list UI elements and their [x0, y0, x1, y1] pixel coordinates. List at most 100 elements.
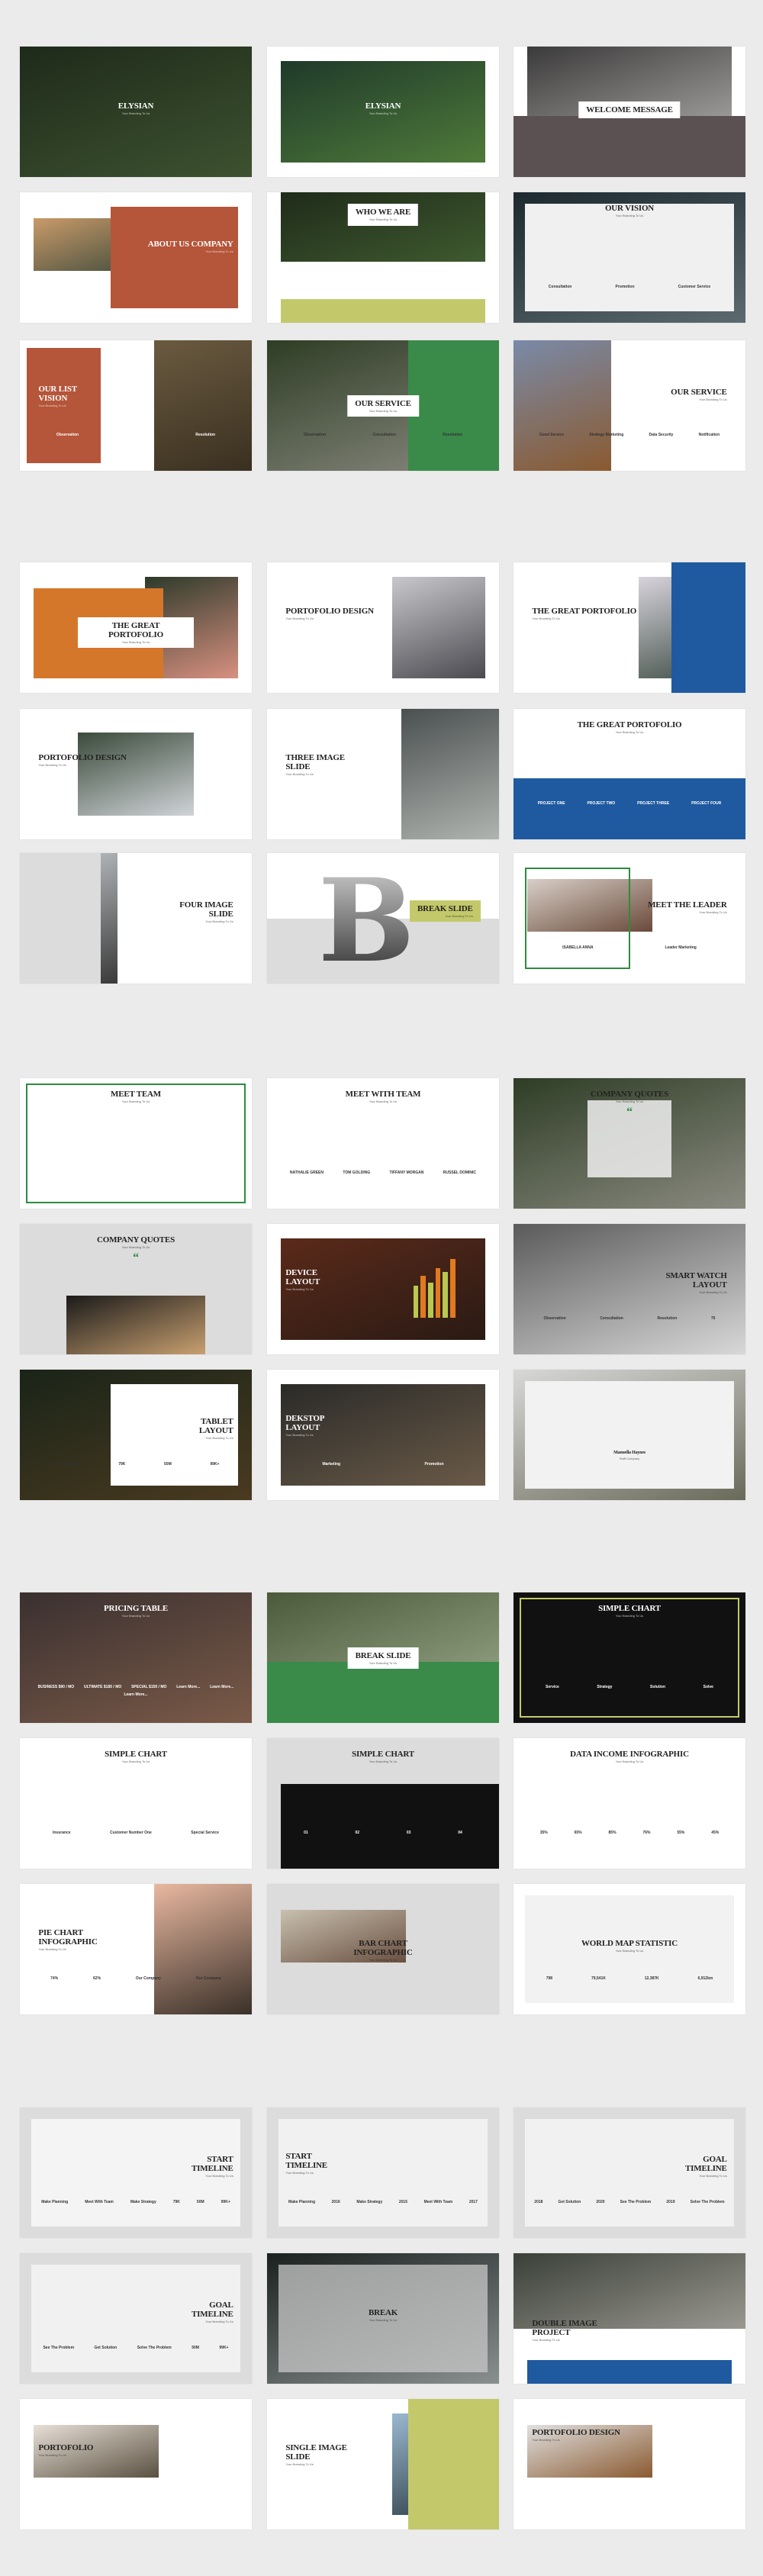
slide-subtitle: Your Branding To Us — [121, 640, 150, 644]
slide-thumbnail[interactable]: SMART WATCH LAYOUT Your Branding To Us Obs… — [513, 1224, 745, 1354]
slide-thumbnail[interactable]: ELYSIAN Your Branding To Us — [20, 47, 252, 177]
slide-title-text: BREAK SLIDE — [355, 1650, 411, 1660]
slide-thumbnail[interactable]: TABLET LAYOUT Your Branding To Us 23 COMME… — [20, 1370, 252, 1500]
slide-subtitle: Your Branding To Us — [615, 1614, 644, 1618]
slide-labels: Insurance Customer Number One Special Serv… — [34, 1830, 238, 1836]
slide-label: Learn More... — [124, 1692, 148, 1697]
slide-title: TABLET LAYOUT Your Branding To Us — [199, 1417, 233, 1441]
slide-color-panel — [281, 1783, 499, 1869]
slide-thumbnail[interactable]: B BREAK SLIDE Your Branding To Us — [267, 853, 499, 984]
slide-thumbnail[interactable]: GOAL TIMELINE Your Branding To Us 2018 Get … — [513, 2107, 745, 2238]
slide-title: START TIMELINE Your Branding To Us — [285, 2152, 327, 2175]
slide-thumbnail[interactable]: PRICING TABLE Your Branding To Us BUSINESS… — [20, 1592, 252, 1723]
slide-title: COMPANY QUOTES Your Branding To Us “ — [20, 1235, 252, 1264]
slide-title: THE GREAT PORTOFOLIO Your Branding To Us — [513, 720, 745, 734]
slide-thumbnail[interactable]: SIMPLE CHART Your Branding To Us 01 02 03 04 — [267, 1738, 499, 1869]
slide-subtitle: Your Branding To Us — [285, 1433, 314, 1438]
slide-label: PROJECT THREE — [637, 800, 670, 806]
slide-title-text: SIMPLE CHART — [352, 1750, 414, 1760]
slide-title-text: THE GREAT PORTOFOLIO — [577, 720, 682, 730]
slide-thumbnail[interactable]: PORTOFOLIO DESIGN Your Branding To Us — [267, 562, 499, 693]
slide-labels: 01 02 03 04 — [281, 1830, 485, 1836]
slide-thumbnail[interactable]: MEET THE LEADER Your Branding To Us ISABEL… — [513, 853, 745, 984]
slide-title: DEVICE LAYOUT Your Branding To Us — [285, 1268, 320, 1292]
slide-thumbnail[interactable]: DEVICE LAYOUT Your Branding To Us — [267, 1224, 499, 1354]
slide-label: Observation — [56, 432, 79, 437]
slide-thumbnail[interactable]: WORLD MAP STATISTIC Your Branding To Us 79… — [513, 1884, 745, 2014]
slide-thumbnail[interactable]: GOAL TIMELINE Your Branding To Us See The … — [20, 2253, 252, 2384]
slide-title-text: PIE CHART INFOGRAPHIC — [38, 1928, 98, 1947]
slide-subtitle: Your Branding To Us — [205, 919, 233, 923]
slide-thumbnail[interactable]: COMPANY QUOTES Your Branding To Us “ — [20, 1224, 252, 1354]
slide-label: Solve The Problem — [137, 2345, 172, 2350]
slide-label: 04 — [458, 1830, 462, 1835]
slide-label: 23 COMMENTS — [52, 1461, 80, 1467]
slide-thumbnail[interactable]: PIE CHART INFOGRAPHIC Your Branding To Us… — [20, 1884, 252, 2014]
slide-thumbnail[interactable]: BREAK SLIDE Your Branding To Us — [267, 1592, 499, 1723]
slide-title: PORTOFOLIO DESIGN Your Branding To Us — [285, 607, 374, 620]
slide-subtitle: Your Branding To Us — [699, 2173, 727, 2178]
slide-thumbnail[interactable]: DATA INCOME INFOGRAPHIC Your Branding To … — [513, 1738, 745, 1869]
slide-labels: Observation Consultation Resolution 76 — [527, 1315, 732, 1322]
slide-thumbnail[interactable]: PORTOFOLIO DESIGN Your Branding To Us — [513, 2399, 745, 2529]
slide-thumbnail[interactable]: THE GREAT PORTOFOLIO Your Branding To Us — [513, 562, 745, 693]
slide-label: 2019 — [666, 2199, 675, 2204]
slide-thumbnail[interactable]: THE GREAT PORTOFOLIO Your Branding To Us P… — [513, 709, 745, 839]
slide-thumbnail[interactable]: OUR SERVICE Your Branding To Us Good Servi… — [513, 340, 745, 471]
slide-thumbnail[interactable]: MEET TEAM Your Branding To Us — [20, 1078, 252, 1209]
slide-title-text: DEVICE LAYOUT — [285, 1268, 320, 1287]
slide-thumbnail[interactable]: OUR LIST VISION Your Branding To Us Observ… — [20, 340, 252, 471]
slide-thumbnail[interactable]: PORTOFOLIO DESIGN Your Branding To Us — [20, 709, 252, 839]
slide-labels: Make Planning Meet With Team Make Strategy… — [34, 2199, 238, 2205]
slide-label: NATHALIE GREEN — [289, 1170, 324, 1175]
slide-label: Observation — [543, 1315, 566, 1321]
slide-color-panel — [281, 299, 485, 323]
slide-title-text: ELYSIAN — [118, 101, 154, 111]
slide-label: Make Strategy — [130, 2199, 156, 2204]
slide-labels: Observation Consultation Resolution — [281, 432, 485, 438]
slide-thumbnail[interactable]: SIMPLE CHART Your Branding To Us Service St… — [513, 1592, 745, 1723]
slide-subtitle: Your Branding To Us — [369, 1100, 398, 1104]
slide-subtitle: Your Branding To Us — [532, 2337, 560, 2342]
slide-thumbnail[interactable]: BAR CHART INFOGRAPHIC Your Branding To Us — [267, 1884, 499, 2014]
slide-subtitle: Your Branding To Us — [285, 2462, 314, 2467]
slide-thumbnail[interactable]: WHO WE ARE Your Branding To Us — [267, 192, 499, 323]
slide-label: Notification — [698, 432, 720, 437]
slide-thumbnail[interactable]: FOUR IMAGE SLIDE Your Branding To Us — [20, 853, 252, 984]
slide-thumbnail[interactable]: OUR SERVICE Your Branding To Us Observatio… — [267, 340, 499, 471]
slide-thumbnail[interactable]: ELYSIAN Your Branding To Us — [267, 47, 499, 177]
slide-title: ELYSIAN Your Branding To Us — [267, 101, 499, 115]
slide-thumbnail[interactable]: PORTOFOLIO Your Branding To Us — [20, 2399, 252, 2529]
slide-title: START TIMELINE Your Branding To Us — [192, 2155, 233, 2178]
slide-thumbnail[interactable]: THREE IMAGE SLIDE Your Branding To Us — [267, 709, 499, 839]
slide-thumbnail[interactable]: SINGLE IMAGE SLIDE Your Branding To Us — [267, 2399, 499, 2529]
slide-thumbnail[interactable]: THE GREAT PORTOFOLIO Your Branding To Us — [20, 562, 252, 693]
slide-subtitle: Your Branding To Us — [615, 1760, 644, 1764]
slide-thumbnail[interactable]: SIMPLE CHART Your Branding To Us Insurance… — [20, 1738, 252, 1869]
slide-thumbnail[interactable]: Manuella Haynes Staff Company — [513, 1370, 745, 1500]
slide-thumbnail[interactable]: ABOUT US COMPANY Your Branding To Us — [20, 192, 252, 323]
slide-thumbnail[interactable]: OUR VISION Your Branding To Us Consultatio… — [513, 192, 745, 323]
slide-subtitle: Your Branding To Us — [699, 397, 727, 401]
slide-thumbnail[interactable]: BREAK Your Branding To Us — [267, 2253, 499, 2384]
slide-title: MEET TEAM Your Branding To Us — [20, 1090, 252, 1103]
slide-title-text: SINGLE IMAGE SLIDE — [285, 2443, 347, 2462]
slide-title: PRICING TABLE Your Branding To Us — [20, 1604, 252, 1618]
slide-label: RUSSEL DOMINIC — [443, 1170, 477, 1175]
slide-thumbnail[interactable]: DOUBLE IMAGE PROJECT Your Branding To Us — [513, 2253, 745, 2384]
slide-title: PORTOFOLIO DESIGN Your Branding To Us — [38, 753, 127, 767]
slide-label: Consultation — [372, 432, 396, 437]
slide-thumbnail[interactable]: MEET WITH TEAM Your Branding To Us NATHALI… — [267, 1078, 499, 1209]
slide-thumbnail[interactable]: START TIMELINE Your Branding To Us Make Pl… — [267, 2107, 499, 2238]
slide-color-panel — [408, 2399, 499, 2529]
slide-thumbnail[interactable]: DEKSTOP LAYOUT Your Branding To Us Marketi… — [267, 1370, 499, 1500]
slide-labels: 35% 65% 85% 76% 55% 45% — [527, 1830, 732, 1836]
slide-title: Manuella Haynes Staff Company — [513, 1451, 745, 1460]
slide-thumbnail[interactable]: WELCOME MESSAGE — [513, 47, 745, 177]
slide-subtitle: Your Branding To Us — [369, 1660, 398, 1665]
slide-thumbnail[interactable]: COMPANY QUOTES Your Branding To Us “ — [513, 1078, 745, 1209]
slide-subtitle: Your Branding To Us — [121, 1614, 150, 1618]
slide-thumbnail[interactable]: START TIMELINE Your Branding To Us Make Pl… — [20, 2107, 252, 2238]
slide-color-panel — [513, 115, 745, 177]
chart-bar — [450, 1259, 456, 1319]
